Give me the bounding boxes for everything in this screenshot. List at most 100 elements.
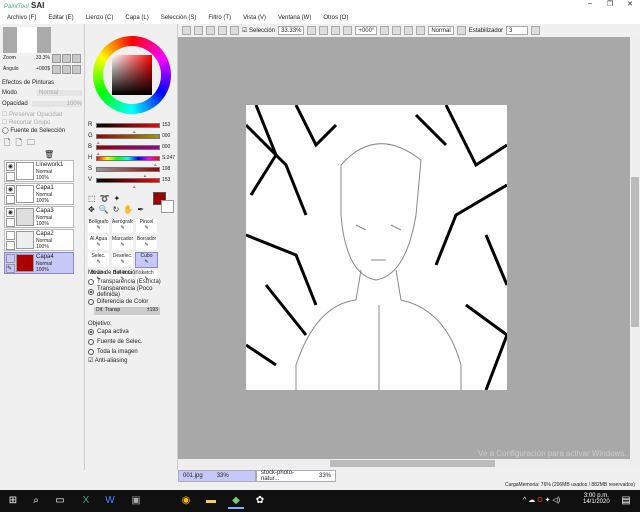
windows-start-icon[interactable]: ⊞ [5, 493, 21, 509]
eyedropper-icon[interactable]: ✒ [137, 205, 144, 214]
redo-button[interactable] [206, 26, 215, 35]
menu-otros[interactable]: Otros (O) [323, 15, 348, 21]
color-slider-g[interactable]: ▵ [96, 134, 160, 146]
sai-taskbar-icon[interactable]: ◆ [228, 493, 244, 509]
rotate-right-button[interactable] [72, 65, 81, 74]
stabilizer-field[interactable]: 3 [506, 26, 529, 35]
angle-field[interactable]: +000° [355, 26, 378, 35]
preserve-opacity-checkbox[interactable]: ☐ Preservar Opacidad [2, 111, 62, 118]
stabilizer-dropdown[interactable] [531, 26, 541, 35]
clock[interactable]: 3:00 p.m. 14/1/2020 [583, 493, 610, 505]
tool-0[interactable]: Bolígrafo ✎ [87, 218, 110, 234]
mode-select[interactable]: Normal [37, 90, 82, 96]
eye-icon[interactable]: ◉ [6, 162, 15, 171]
layer-item[interactable]: Capa2 Normal 100% [4, 229, 74, 251]
new-folder-icon[interactable]: 🗀 [27, 137, 35, 151]
horizontal-scrollbar[interactable] [178, 459, 640, 468]
excel-icon[interactable]: X [78, 493, 94, 509]
menu-filtro[interactable]: Filtro (T) [208, 15, 231, 21]
hand-icon[interactable]: ✋ [123, 205, 133, 214]
menu-capa[interactable]: Capa (L) [125, 15, 148, 21]
target-option[interactable]: Capa activa [88, 327, 142, 337]
word-icon[interactable]: W [102, 493, 118, 509]
new-linework-icon[interactable]: 🗋 [15, 137, 21, 151]
undo-button[interactable] [194, 26, 203, 35]
tray-icons[interactable]: ^ ☁ O ✦ ◁) [523, 496, 560, 504]
layer-item[interactable]: ◉ Capa1 Normal 100% [4, 183, 74, 205]
layer-item[interactable]: ◉ Linework1 Normal 100% [4, 160, 74, 182]
zoom-out-button[interactable] [52, 54, 61, 63]
color-slider-v[interactable]: ▵ [96, 178, 160, 190]
zoom-value[interactable]: 33.3% [36, 55, 50, 61]
menu-seleccion[interactable]: Selección (S) [161, 15, 197, 21]
tool-4[interactable]: Marcador ✎ [111, 235, 134, 251]
document-tab[interactable]: stock-photo-natur... 33% [256, 470, 336, 482]
color-slider-s[interactable]: ▵ [96, 167, 160, 179]
zoom-icon[interactable]: 🔍 [99, 205, 109, 214]
eye-icon[interactable] [6, 254, 15, 263]
document-tab[interactable]: 001.jpg 33% [178, 470, 256, 482]
zoom-dropdown[interactable] [307, 26, 317, 35]
rotate-right-button[interactable] [416, 26, 426, 35]
chrome-icon[interactable]: ◉ [178, 493, 194, 509]
angle-dropdown[interactable] [380, 26, 390, 35]
new-layer-icon[interactable]: 🗋 [4, 137, 10, 151]
vertical-scrollbar[interactable] [630, 37, 640, 459]
color-slider-r[interactable]: ▵ [96, 123, 160, 135]
zoom-in-button[interactable] [331, 26, 341, 35]
color-slider-b[interactable]: ▵ [96, 145, 160, 157]
clear-button[interactable] [230, 26, 239, 35]
menu-archivo[interactable]: Archivo (F) [7, 15, 36, 21]
rotate-left-button[interactable] [392, 26, 402, 35]
crop-button[interactable] [218, 26, 227, 35]
anti-aliasing-checkbox[interactable]: ☑ Anti-aliasing [88, 357, 127, 364]
magic-wand-icon[interactable]: ✦ [114, 194, 121, 203]
tool-2[interactable]: Pincel ✎ [135, 218, 158, 234]
search-icon[interactable]: ⌕ [28, 493, 44, 509]
zoom-fit-button[interactable] [343, 26, 353, 35]
menu-editar[interactable]: Editar (E) [48, 15, 73, 21]
tool-6[interactable]: Selec. ✎ [87, 252, 110, 268]
rotate-icon[interactable]: ↻ [113, 205, 120, 214]
flip-button[interactable] [456, 26, 466, 35]
drawing-canvas[interactable] [244, 104, 509, 391]
color-wheel[interactable] [93, 36, 171, 114]
eye-icon[interactable] [6, 231, 15, 240]
app-icon[interactable]: ▣ [128, 493, 144, 509]
saturation-value-square[interactable] [112, 55, 152, 95]
deselect-button[interactable] [182, 26, 191, 35]
tool-7[interactable]: Deselec. ✎ [111, 252, 134, 268]
selection-checkbox[interactable]: ☑ Selección [242, 27, 275, 34]
minimize-button[interactable]: – [580, 0, 600, 11]
rect-select-icon[interactable]: ⬚ [88, 194, 96, 203]
delete-layer-icon[interactable]: 🗑 [44, 150, 54, 159]
opacity-slider[interactable]: 100% [32, 101, 82, 107]
tool-8[interactable]: Cubo ✎ [135, 252, 158, 268]
eye-icon[interactable]: ◉ [6, 208, 15, 217]
detection-option[interactable]: Diferencia de Color [88, 297, 177, 307]
diff-transparency-slider[interactable]: Dif. Transp ±193 [94, 307, 160, 315]
rotate-left-button[interactable] [52, 65, 61, 74]
task-view-icon[interactable]: ▭ [52, 493, 68, 509]
angle-value[interactable]: +000$ [36, 66, 50, 72]
target-option[interactable]: Fuente de Selec. [88, 337, 142, 347]
selection-source-radio[interactable]: ◯ Fuente de Selección [2, 127, 65, 134]
maximize-button[interactable]: ❐ [600, 0, 620, 11]
menu-lienzo[interactable]: Lienzo (C) [86, 15, 114, 21]
zoom-out-button[interactable] [319, 26, 329, 35]
canvas-area[interactable]: Ve a Configuración para activar Windows. [178, 37, 630, 459]
blend-mode-select[interactable]: Normal [428, 26, 454, 35]
zoom-reset-button[interactable] [72, 54, 81, 63]
target-option[interactable]: Toda la imagen [88, 347, 142, 357]
lasso-icon[interactable]: ➰ [100, 194, 110, 203]
navigator-preview[interactable] [3, 27, 51, 53]
close-button[interactable]: ✕ [620, 0, 640, 11]
layer-item[interactable]: ◉ Capa3 Normal 100% [4, 206, 74, 228]
rotate-reset-button[interactable] [62, 65, 71, 74]
notifications-icon[interactable]: ▤ [618, 493, 634, 509]
tool-3[interactable]: Al Agua ✎ [87, 235, 110, 251]
move-icon[interactable]: ✥ [88, 205, 95, 214]
color-slider-h[interactable]: ▵ [96, 156, 160, 168]
secondary-color-swatch[interactable] [161, 200, 174, 213]
layer-item-selected[interactable]: ✎ Capa4 Normal 100% [4, 252, 74, 274]
